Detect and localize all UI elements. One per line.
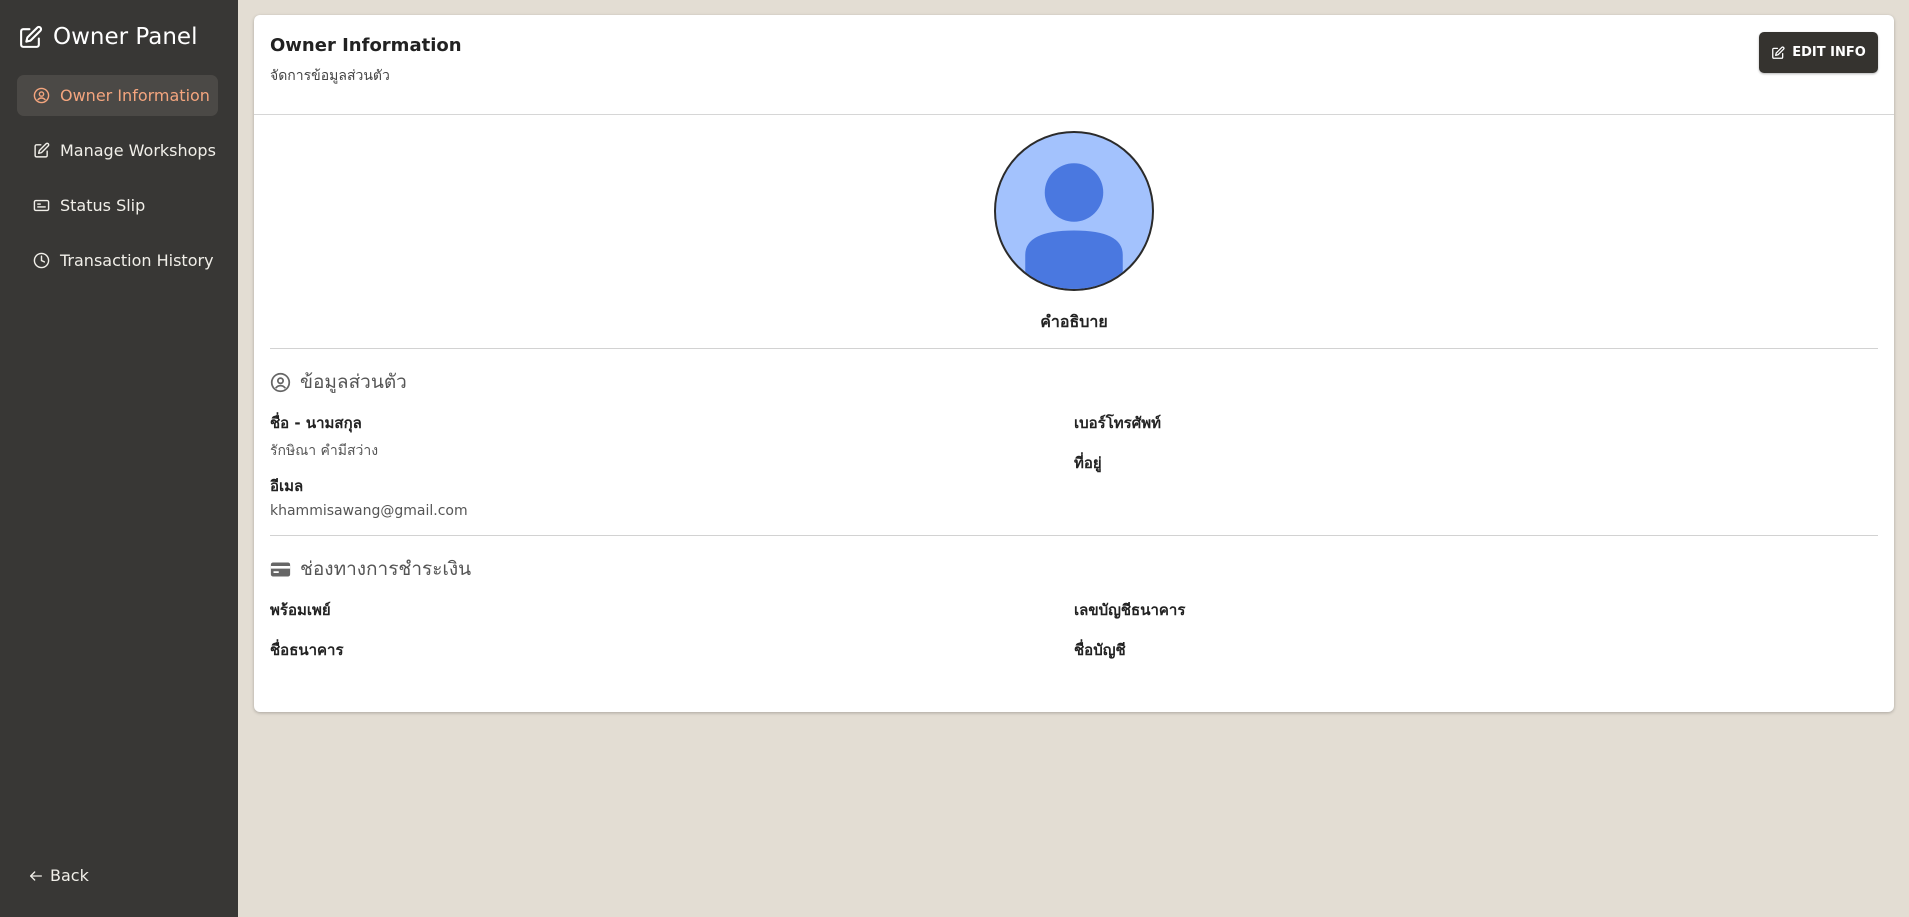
promptpay-field: พร้อมเพย์ [270, 598, 331, 622]
panel-title-text: Owner Panel [53, 24, 198, 50]
sidebar-item-transaction-history[interactable]: Transaction History [17, 240, 218, 281]
edit-info-label: EDIT INFO [1792, 45, 1866, 60]
edit-square-icon [20, 25, 43, 48]
personal-info-heading-text: ข้อมูลส่วนตัว [300, 371, 407, 393]
back-link[interactable]: Back [28, 866, 89, 885]
sidebar-item-label: Transaction History [60, 251, 214, 270]
bank-name-label: ชื่อธนาคาร [270, 641, 344, 659]
name-field: ชื่อ - นามสกุล รักษิณา คำมีสว่าง [270, 411, 378, 462]
credit-card-icon [270, 562, 291, 576]
header-divider [254, 114, 1894, 115]
clock-icon [33, 252, 50, 269]
user-circle-icon [33, 87, 50, 104]
id-card-icon [33, 199, 50, 212]
address-label: ที่อยู่ [1074, 454, 1102, 472]
payment-heading: ช่องทางการชำระเงิน [270, 554, 471, 584]
sidebar-item-label: Owner Information [60, 86, 210, 105]
address-field: ที่อยู่ [1074, 451, 1102, 475]
sidebar-item-owner-information[interactable]: Owner Information [17, 75, 218, 116]
edit-square-icon [1772, 45, 1785, 59]
email-label: อีเมล [270, 477, 304, 495]
section-divider [270, 348, 1878, 349]
panel-title: Owner Panel [18, 24, 197, 50]
arrow-left-icon [30, 870, 42, 881]
account-name-label: ชื่อบัญชี [1074, 641, 1126, 659]
account-name-field: ชื่อบัญชี [1074, 638, 1126, 662]
card-header: Owner Information จัดการข้อมูลส่วนตัว [270, 35, 462, 87]
page-title: Owner Information [270, 35, 462, 56]
email-field: อีเมล khammisawang@gmail.com [270, 474, 468, 519]
edit-square-icon [34, 142, 50, 158]
owner-info-card: Owner Information จัดการข้อมูลส่วนตัว ED… [254, 15, 1894, 712]
personal-info-heading: ข้อมูลส่วนตัว [270, 367, 407, 397]
avatar [994, 131, 1154, 291]
bank-name-field: ชื่อธนาคาร [270, 638, 344, 662]
sidebar-item-label: Manage Workshops [60, 141, 216, 160]
phone-label: เบอร์โทรศัพท์ [1074, 414, 1162, 432]
user-placeholder-icon [1025, 163, 1123, 289]
email-value: khammisawang@gmail.com [270, 503, 468, 519]
phone-field: เบอร์โทรศัพท์ [1074, 411, 1161, 435]
sidebar: Owner Panel Owner Information Manage Wor… [0, 0, 238, 917]
promptpay-label: พร้อมเพย์ [270, 601, 331, 619]
page-subtitle: จัดการข้อมูลส่วนตัว [270, 68, 390, 84]
name-value: รักษิณา คำมีสว่าง [270, 443, 379, 459]
account-number-label: เลขบัญชีธนาคาร [1074, 601, 1186, 619]
sidebar-item-label: Status Slip [60, 196, 146, 215]
back-label: Back [50, 866, 89, 885]
edit-info-button[interactable]: EDIT INFO [1759, 32, 1878, 73]
section-divider [270, 535, 1878, 536]
name-label: ชื่อ - นามสกุล [270, 414, 362, 432]
payment-heading-text: ช่องทางการชำระเงิน [300, 558, 472, 580]
sidebar-item-manage-workshops[interactable]: Manage Workshops [17, 130, 218, 171]
profile-description: คำอธิบาย [1040, 312, 1108, 331]
user-circle-icon [270, 372, 291, 392]
sidebar-nav: Owner Information Manage Workshops Statu… [17, 75, 218, 295]
account-number-field: เลขบัญชีธนาคาร [1074, 598, 1185, 622]
sidebar-item-status-slip[interactable]: Status Slip [17, 185, 218, 226]
